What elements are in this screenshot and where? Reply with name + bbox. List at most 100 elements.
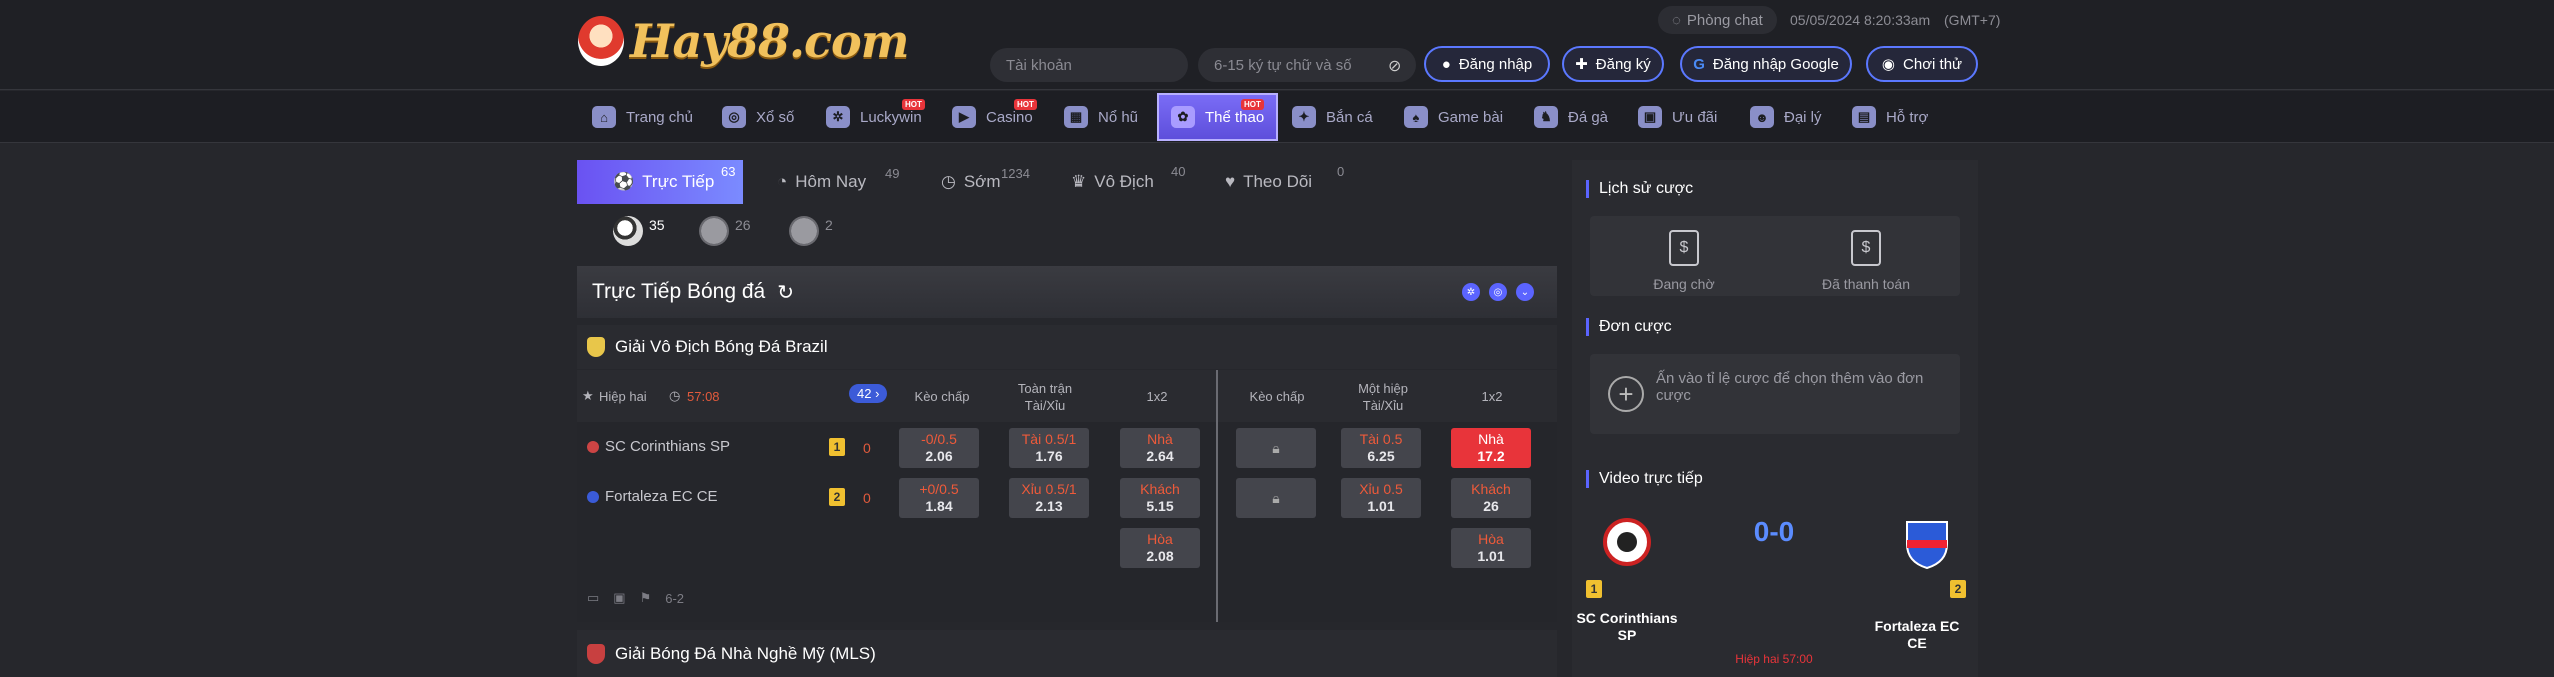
league-header[interactable]: Giải Bóng Đá Nhà Nghề Mỹ (MLS)	[577, 630, 1557, 677]
away-rank: 2	[1950, 580, 1966, 598]
odd-1x2-home[interactable]: Nhà 2.64	[1120, 428, 1200, 468]
odd-h1-1x2-away[interactable]: Khách 26	[1451, 478, 1531, 518]
nav-item-home[interactable]: ⌂ Trang chủ	[592, 91, 693, 143]
sports-icon: ✿	[1171, 106, 1195, 128]
paid-label: Đã thanh toán	[1822, 276, 1910, 292]
betslip-message: Ấn vào tỉ lệ cược để chọn thêm vào đơn c…	[1656, 370, 1924, 404]
odd-1x2-away[interactable]: Khách 5.15	[1120, 478, 1200, 518]
slots-icon: ▦	[1064, 106, 1088, 128]
google-icon: G	[1693, 55, 1705, 73]
tab-live[interactable]: ⚽ Trực Tiếp 63	[577, 160, 743, 204]
tab-champion[interactable]: ♛ Vô Địch 40	[1071, 160, 1191, 204]
header: Hay88.com ◌ Phòng chat 05/05/2024 8:20:3…	[0, 0, 2554, 90]
home-rank: 1	[829, 438, 845, 456]
google-login-button[interactable]: G Đăng nhập Google	[1680, 46, 1852, 82]
odd-hc-away[interactable]: +0/0.5 1.84	[899, 478, 979, 518]
nav-label: Đại lý	[1784, 108, 1822, 126]
odd-hc-home[interactable]: -0/0.5 2.06	[899, 428, 979, 468]
nav-label: Thể thao	[1205, 108, 1265, 126]
trial-button[interactable]: ◉ Chơi thử	[1866, 46, 1978, 82]
nav-item-lottery[interactable]: ◎ Xổ số	[722, 91, 794, 143]
more-markets-badge[interactable]: 42 ›	[849, 384, 888, 403]
sport-basketball[interactable]: 26	[699, 216, 751, 246]
refresh-icon[interactable]: ↻	[777, 280, 794, 305]
sport-count: 35	[649, 217, 665, 233]
more-count: 42	[857, 386, 872, 401]
odd-ou-over[interactable]: Tài 0.5/1 1.76	[1009, 428, 1089, 468]
odd-line: Khách	[1140, 481, 1180, 497]
video-home-name: SC Corinthians SP	[1576, 610, 1678, 643]
nav-label: Trang chủ	[626, 108, 693, 126]
odd-ou-under[interactable]: Xỉu 0.5/1 2.13	[1009, 478, 1089, 518]
sport-volleyball[interactable]: 2	[789, 216, 833, 246]
agent-icon: ☻	[1750, 106, 1774, 128]
paid-bets[interactable]: $ Đã thanh toán	[1776, 230, 1956, 292]
nav-item-support[interactable]: ▤ Hỗ trợ	[1852, 91, 1928, 143]
chat-button[interactable]: ◌ Phòng chat	[1658, 6, 1777, 34]
settings-icon[interactable]: ◎	[1489, 283, 1507, 301]
hot-badge: HOT	[1014, 99, 1037, 110]
tab-follow[interactable]: ♥ Theo Dõi 0	[1225, 160, 1375, 204]
live-score: 0-0	[1753, 516, 1795, 547]
col-h1-1x2: 1x2	[1481, 389, 1503, 404]
hot-badge: HOT	[902, 99, 925, 110]
odd-h1-1x2-draw[interactable]: Hòa 1.01	[1451, 528, 1531, 568]
account-input[interactable]	[990, 48, 1188, 82]
collapse-icon[interactable]: ⌄	[1516, 283, 1534, 301]
odd-h1-ou-under[interactable]: Xỉu 0.5 1.01	[1341, 478, 1421, 518]
eye-off-icon[interactable]: ⊘	[1388, 56, 1401, 76]
team-crest-icon	[587, 490, 599, 503]
heart-icon: ♥	[1225, 172, 1236, 191]
nav-item-fish[interactable]: ✦ Bắn cá	[1292, 91, 1373, 143]
odd-price: 2.06	[925, 448, 953, 464]
pending-bets[interactable]: $ Đang chờ	[1594, 230, 1774, 292]
odd-line: Hòa	[1478, 531, 1504, 547]
match-rows: SC Corinthians SP Fortaleza EC CE 1 2 0 …	[577, 422, 1557, 622]
section-title: Trực Tiếp Bóng đá	[592, 280, 766, 303]
sport-soccer[interactable]: 35	[613, 216, 665, 246]
tab-label: Vô Địch	[1094, 172, 1154, 191]
away-rank: 2	[829, 488, 845, 506]
nav-item-luckywin[interactable]: ✲ Luckywin HOT	[826, 91, 925, 143]
nav-label: Casino	[986, 108, 1033, 126]
video-away-name: Fortaleza EC CE	[1874, 618, 1960, 651]
odd-line: -0/0.5	[921, 431, 957, 447]
luckywin-icon: ✲	[826, 106, 850, 128]
trial-label: Chơi thử	[1903, 55, 1963, 73]
paid-receipt-icon: $	[1851, 230, 1881, 266]
nav-item-agent[interactable]: ☻ Đại lý	[1750, 91, 1822, 143]
col-handicap: Kèo chấp	[914, 389, 970, 404]
filter-icon[interactable]: ✲	[1462, 283, 1480, 301]
section-header: Trực Tiếp Bóng đá ↻ ✲ ◎ ⌄	[577, 266, 1557, 318]
login-button[interactable]: ● Đăng nhập	[1424, 46, 1550, 82]
odd-1x2-draw[interactable]: Hòa 2.08	[1120, 528, 1200, 568]
star-icon[interactable]: ★	[582, 388, 594, 404]
hot-badge: HOT	[1241, 99, 1264, 110]
nav-label: Luckywin	[860, 108, 922, 126]
tab-today[interactable]: ◔ Hôm Nay 49	[777, 160, 899, 204]
odd-h1-ou-over[interactable]: Tài 0.5 6.25	[1341, 428, 1421, 468]
nav-item-casino[interactable]: ▶ Casino HOT	[952, 91, 1037, 143]
stats-icon[interactable]: ▣	[613, 590, 625, 606]
nav-item-promo[interactable]: ▣ Ưu đãi	[1638, 91, 1717, 143]
site-logo[interactable]: Hay88.com	[578, 14, 909, 68]
nav-item-slots[interactable]: ▦ Nổ hũ	[1064, 91, 1138, 143]
odd-price: 1.84	[925, 498, 953, 514]
odd-price: 26	[1483, 498, 1499, 514]
nav-item-cards[interactable]: ♠ Game bài	[1404, 91, 1503, 143]
col-h1-handicap: Kèo chấp	[1249, 389, 1305, 404]
tab-label: Theo Dõi	[1243, 172, 1313, 191]
odd-price: 6.25	[1367, 448, 1395, 464]
nav-label: Xổ số	[756, 108, 795, 126]
league-header[interactable]: Giải Vô Địch Bóng Đá Brazil	[577, 325, 1557, 369]
betslip-title: Đơn cược	[1586, 318, 1672, 336]
col-total-ou: Toàn trận Tài/Xỉu	[1017, 381, 1073, 413]
nav-item-sports[interactable]: ✿ Thể thao HOT	[1157, 93, 1279, 141]
nav-item-cockfight[interactable]: ♞ Đá gà	[1534, 91, 1608, 143]
match-footer: ▭ ▣ ⚑ 6-2	[587, 590, 684, 606]
tab-early[interactable]: ◷ Sớm 1234	[941, 160, 1041, 204]
register-button[interactable]: ✚ Đăng ký	[1562, 46, 1664, 82]
odd-h1-1x2-home[interactable]: Nhà 17.2	[1451, 428, 1531, 468]
video-icon[interactable]: ▭	[587, 590, 599, 606]
password-input[interactable]	[1198, 48, 1416, 82]
